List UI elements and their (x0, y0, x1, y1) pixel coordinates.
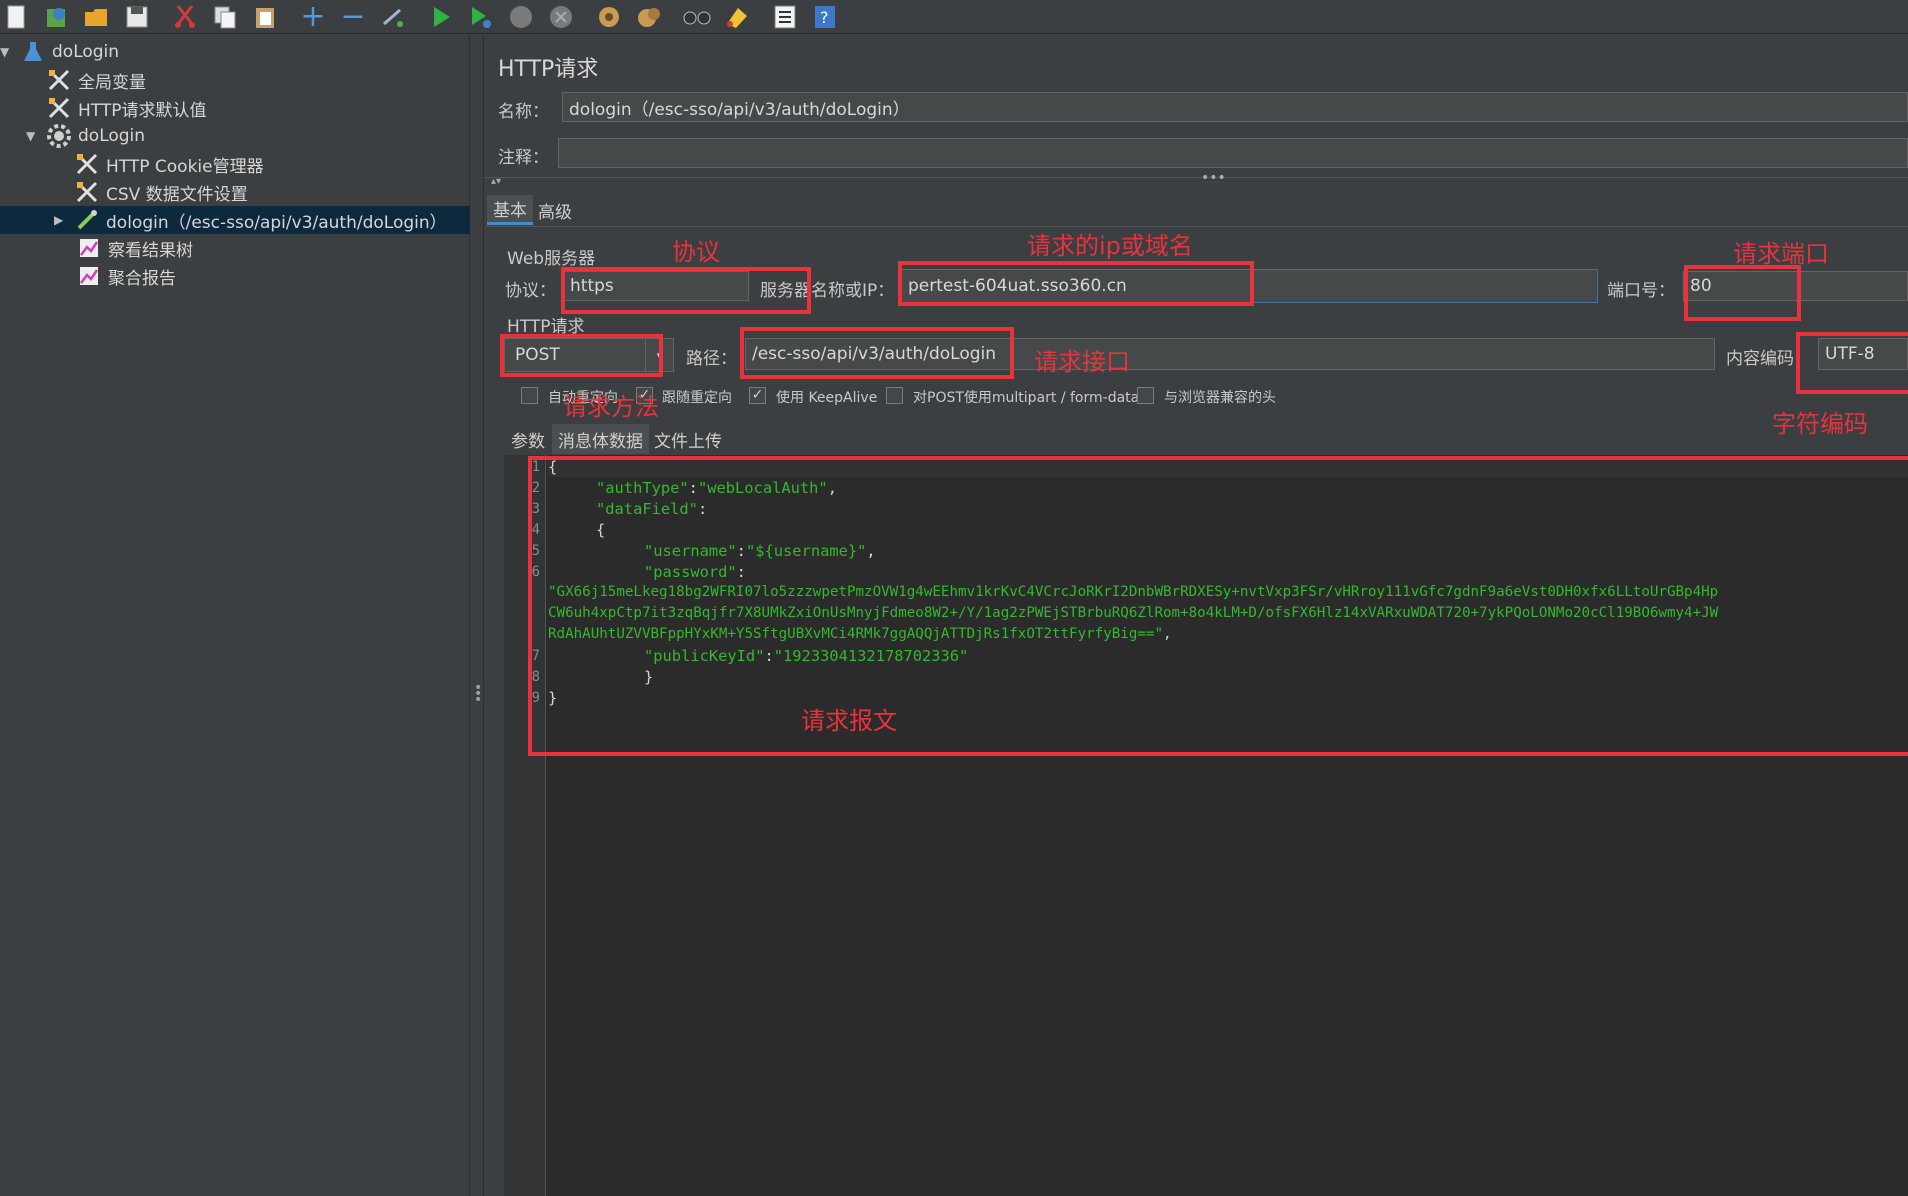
splitter[interactable]: • • • (470, 35, 484, 1196)
help-icon[interactable]: ? (810, 2, 840, 32)
body-highlight-box (528, 456, 1908, 756)
flask-icon (20, 39, 46, 65)
test-plan-tree: ▼ doLogin 全局变量 HTTP请求默认值 ▼ doLogin HTTP … (0, 35, 470, 1196)
web-server-label: Web服务器 (507, 249, 596, 269)
collapse-arrow-icon[interactable]: ▼ (0, 45, 9, 59)
follow-redirect-label: 跟随重定向 (662, 390, 732, 406)
divider-arrows-icon: ▴▾ (491, 176, 502, 187)
clear-icon[interactable] (594, 2, 624, 32)
templates-icon[interactable] (42, 2, 72, 32)
tools-icon (74, 179, 100, 205)
tools-icon (46, 67, 72, 93)
comment-field[interactable] (558, 138, 1908, 168)
divider-grip-icon: ••• (1201, 170, 1226, 186)
gear-icon (46, 123, 72, 149)
keepalive-checkbox[interactable]: ✓ (749, 387, 766, 404)
tree-node-label: CSV 数据文件设置 (106, 184, 248, 205)
tab-parameters[interactable]: 参数 (505, 424, 551, 454)
method-highlight-box (500, 334, 663, 377)
path-highlight-box (740, 327, 1014, 379)
tree-node-label: 察看结果树 (108, 240, 193, 261)
name-label: 名称： (498, 102, 549, 122)
tree-node-http-defaults[interactable]: HTTP请求默认值 (46, 94, 207, 122)
collapse-arrow-icon[interactable]: ▼ (26, 129, 35, 143)
multipart-label: 对POST使用multipart / form-data (913, 390, 1140, 406)
auto-redirect-checkbox[interactable] (521, 387, 538, 404)
paste-icon[interactable] (250, 2, 280, 32)
tree-node-view-results-tree[interactable]: 察看结果树 (76, 234, 193, 262)
tree-node-label: 聚合报告 (108, 268, 176, 289)
toolbar: + − ? (0, 0, 1908, 34)
search-icon[interactable] (682, 2, 712, 32)
collapse-icon[interactable]: − (338, 1, 368, 32)
tab-advanced[interactable]: 高级 (532, 195, 578, 225)
method-annotation: 请求方法 (563, 393, 659, 421)
tools-icon (46, 95, 72, 121)
port-annotation: 请求端口 (1733, 240, 1829, 268)
stop-icon[interactable] (506, 2, 536, 32)
tab-basic[interactable]: 基本 (487, 195, 533, 225)
tree-node-label: HTTP Cookie管理器 (106, 156, 264, 177)
tab-body-data[interactable]: 消息体数据 (552, 424, 649, 454)
graph-icon (76, 263, 102, 289)
tree-node-label: HTTP请求默认值 (78, 100, 207, 121)
clear-all-icon[interactable] (634, 2, 664, 32)
protocol-annotation: 协议 (672, 238, 720, 266)
splitter-grip-icon: • • • (474, 680, 483, 708)
tools-icon (74, 151, 100, 177)
toggle-icon[interactable] (378, 2, 408, 32)
expand-arrow-icon[interactable]: ▶ (54, 213, 63, 227)
new-icon[interactable] (2, 2, 32, 32)
path-annotation: 请求接口 (1034, 348, 1130, 376)
collapse-divider[interactable]: ▴▾ ••• (485, 170, 1908, 187)
tab-file-upload[interactable]: 文件上传 (648, 424, 728, 454)
panel-title: HTTP请求 (498, 57, 599, 82)
protocol-label: 协议： (505, 281, 556, 301)
path-label: 路径： (686, 349, 737, 369)
tree-node-aggregate-report[interactable]: 聚合报告 (76, 262, 176, 290)
server-highlight-box (898, 261, 1254, 306)
multipart-checkbox[interactable] (886, 387, 903, 404)
encoding-annotation: 字符编码 (1772, 410, 1868, 438)
browser-headers-checkbox[interactable] (1137, 387, 1154, 404)
tab-divider (485, 226, 1908, 227)
tree-node-global-variables[interactable]: 全局变量 (46, 66, 146, 94)
save-icon[interactable] (122, 2, 152, 32)
start-no-pause-icon[interactable] (466, 2, 496, 32)
expand-icon[interactable]: + (298, 1, 328, 32)
tree-node-label: doLogin (52, 42, 120, 62)
port-label: 端口号： (1607, 281, 1675, 301)
encoding-highlight-box (1796, 332, 1908, 394)
copy-icon[interactable] (210, 2, 240, 32)
comment-label: 注释： (498, 148, 549, 168)
tree-node-test-plan[interactable]: ▼ doLogin (0, 38, 470, 66)
tree-node-csv-data-set[interactable]: CSV 数据文件设置 (74, 178, 248, 206)
keepalive-label: 使用 KeepAlive (776, 390, 878, 406)
tree-node-label: doLogin (78, 126, 146, 146)
tree-node-thread-group[interactable]: ▼ doLogin (0, 122, 470, 150)
cut-icon[interactable] (170, 2, 200, 32)
name-field[interactable]: dologin（/esc-sso/api/v3/auth/doLogin） (562, 92, 1908, 122)
function-helper-icon[interactable] (770, 2, 800, 32)
reset-search-icon[interactable] (722, 2, 752, 32)
tree-node-label: dologin（/esc-sso/api/v3/auth/doLogin） (106, 212, 447, 233)
open-icon[interactable] (82, 2, 112, 32)
protocol-highlight-box (561, 267, 811, 314)
tree-node-label: 全局变量 (78, 72, 146, 93)
server-annotation: 请求的ip或域名 (1027, 232, 1193, 260)
port-highlight-box (1684, 265, 1801, 321)
shutdown-icon[interactable] (546, 2, 576, 32)
tree-node-http-sampler[interactable]: ▶ dologin（/esc-sso/api/v3/auth/doLogin） (0, 206, 470, 234)
browser-headers-label: 与浏览器兼容的头 (1164, 390, 1276, 406)
body-annotation: 请求报文 (801, 707, 897, 735)
graph-icon (76, 235, 102, 261)
start-icon[interactable] (426, 2, 456, 32)
pipette-icon (74, 207, 100, 233)
tree-node-cookie-manager[interactable]: HTTP Cookie管理器 (74, 150, 264, 178)
svg-text:?: ? (820, 8, 829, 27)
